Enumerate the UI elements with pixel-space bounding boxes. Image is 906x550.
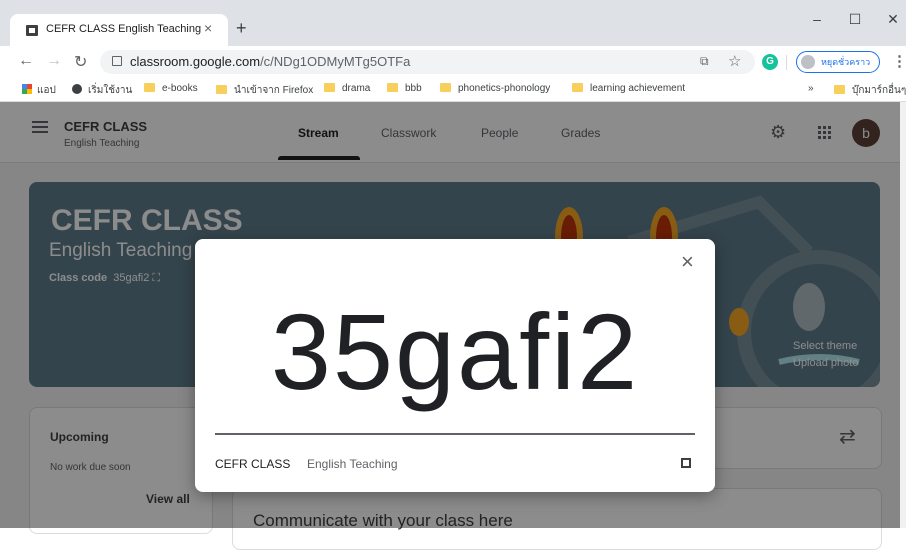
bookmark-apps[interactable]: แอป: [22, 83, 56, 98]
bookmark-folder[interactable]: bbb: [387, 83, 422, 94]
bookmark-folder[interactable]: นำเข้าจาก Firefox: [216, 83, 313, 98]
bookmarks-overflow-icon[interactable]: »: [808, 83, 814, 94]
browser-titlebar: CEFR CLASS English Teaching × + – ☐ ✕: [0, 0, 906, 46]
bookmark-folder[interactable]: drama: [324, 83, 370, 94]
grammarly-extension-icon[interactable]: G: [762, 54, 778, 70]
forward-icon[interactable]: →: [46, 52, 62, 70]
minimize-button[interactable]: –: [802, 11, 832, 27]
folder-icon: [216, 85, 227, 94]
dialog-class-name: CEFR CLASS: [215, 457, 291, 471]
profile-label: หยุดชั่วคราว: [821, 57, 871, 67]
folder-icon: [144, 83, 155, 92]
class-code-dialog: × 35gafi2 CEFR CLASS English Teaching: [195, 239, 715, 492]
bookmark-folder[interactable]: e-books: [144, 83, 198, 94]
browser-menu-icon[interactable]: ⋮: [892, 52, 906, 70]
exit-fullscreen-icon[interactable]: [681, 458, 691, 468]
other-bookmarks[interactable]: บุ๊กมาร์กอื่นๆ: [834, 83, 906, 98]
lock-icon: [112, 56, 122, 66]
reload-icon[interactable]: ↻: [74, 52, 87, 72]
tab-title: CEFR CLASS English Teaching: [46, 23, 202, 35]
bookmark-getting-started[interactable]: เริ่มใช้งาน: [72, 83, 132, 98]
class-code-large: 35gafi2: [270, 291, 640, 412]
folder-icon: [572, 83, 583, 92]
close-window-button[interactable]: ✕: [878, 11, 906, 28]
page-scrollbar[interactable]: [900, 102, 906, 528]
globe-icon: [72, 84, 82, 94]
new-tab-button[interactable]: +: [236, 18, 247, 38]
folder-icon: [440, 83, 451, 92]
address-bar[interactable]: classroom.google.com/c/NDg1ODMyMTg5OTFa …: [100, 50, 755, 74]
dialog-divider: [215, 433, 695, 435]
apps-grid-icon: [22, 84, 32, 94]
profile-avatar-icon: [801, 55, 815, 69]
profile-button[interactable]: หยุดชั่วคราว: [796, 51, 880, 73]
dialog-class-section: English Teaching: [307, 457, 398, 471]
bookmark-folder[interactable]: learning achievement: [572, 83, 685, 94]
folder-icon: [834, 85, 845, 94]
tab-close-icon[interactable]: ×: [204, 20, 212, 36]
bookmarks-bar: แอป เริ่มใช้งาน e-books นำเข้าจาก Firefo…: [0, 79, 906, 102]
translate-icon[interactable]: ⧉: [700, 54, 709, 69]
dialog-close-icon[interactable]: ×: [681, 251, 694, 273]
browser-tab[interactable]: CEFR CLASS English Teaching ×: [10, 14, 228, 46]
bookmark-star-icon[interactable]: ☆: [728, 52, 741, 70]
bookmark-folder[interactable]: phonetics-phonology: [440, 83, 550, 94]
url-text[interactable]: classroom.google.com/c/NDg1ODMyMTg5OTFa: [130, 54, 410, 69]
folder-icon: [387, 83, 398, 92]
maximize-button[interactable]: ☐: [840, 11, 870, 28]
back-icon[interactable]: ←: [18, 52, 34, 70]
classroom-favicon-icon: [26, 25, 38, 36]
folder-icon: [324, 83, 335, 92]
toolbar-divider: [786, 55, 787, 70]
browser-toolbar: ← → ↻ classroom.google.com/c/NDg1ODMyMTg…: [0, 46, 906, 79]
